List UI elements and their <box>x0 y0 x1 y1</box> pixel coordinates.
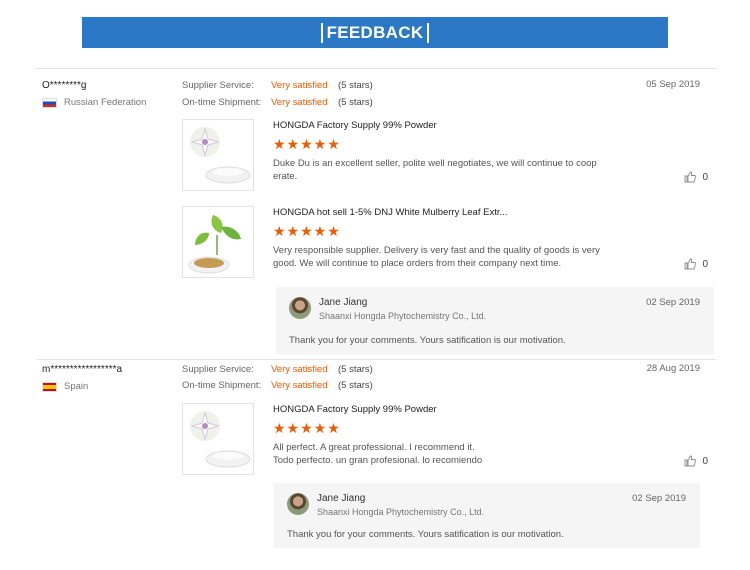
review-comment: Very responsible supplier. Delivery is v… <box>273 245 600 269</box>
like-count: 0 <box>702 258 708 270</box>
thumbs-up-icon <box>684 258 697 270</box>
supplier-service-label: Supplier Service: <box>182 364 254 375</box>
like-button[interactable]: 0 <box>684 171 708 183</box>
supplier-service-label: Supplier Service: <box>182 80 254 91</box>
product-image[interactable] <box>182 403 254 475</box>
product-title[interactable]: HONGDA Factory Supply 99% Powder <box>273 404 437 415</box>
reply-date: 02 Sep 2019 <box>646 297 700 308</box>
like-button[interactable]: 0 <box>684 455 708 467</box>
page-title: FEEDBACK <box>326 23 424 42</box>
divider <box>36 68 716 69</box>
shipment-label: On-time Shipment: <box>182 97 262 108</box>
like-button[interactable]: 0 <box>684 258 708 270</box>
reply-author: Jane Jiang <box>317 493 366 504</box>
reply-text: Thank you for your comments. Yours satif… <box>289 335 566 346</box>
country-name: Russian Federation <box>64 97 147 108</box>
product-title[interactable]: HONGDA Factory Supply 99% Powder <box>273 120 437 131</box>
shipment-label: On-time Shipment: <box>182 380 262 391</box>
reply-company: Shaanxi Hongda Phytochemistry Co., Ltd. <box>319 311 487 321</box>
banner-right-bar <box>427 23 429 43</box>
avatar <box>289 297 311 319</box>
rating-stars: ★★★★★ <box>273 136 341 152</box>
thumbs-up-icon <box>684 171 697 183</box>
review-comment: All perfect. A great professional. I rec… <box>273 442 483 466</box>
shipment-value: Very satisfied <box>271 97 328 108</box>
divider <box>36 359 716 360</box>
reply-author: Jane Jiang <box>319 297 368 308</box>
rating-stars: ★★★★★ <box>273 223 341 239</box>
product-image[interactable] <box>182 119 254 191</box>
like-count: 0 <box>702 171 708 183</box>
supplier-service-value: Very satisfied <box>271 364 328 375</box>
country-name: Spain <box>64 381 89 392</box>
like-count: 0 <box>702 455 708 467</box>
product-image[interactable] <box>182 206 254 278</box>
review-date: 28 Aug 2019 <box>646 363 700 374</box>
buyer-name: O********g <box>42 80 87 91</box>
russia-flag-icon <box>42 97 57 108</box>
shipment-value: Very satisfied <box>271 380 328 391</box>
supplier-service-value: Very satisfied <box>271 80 328 91</box>
supplier-reply: Jane Jiang Shaanxi Hongda Phytochemistry… <box>274 483 700 548</box>
supplier-service-stars: (5 stars) <box>338 364 373 375</box>
avatar <box>287 493 309 515</box>
shipment-stars: (5 stars) <box>338 97 373 108</box>
shipment-stars: (5 stars) <box>338 380 373 391</box>
spain-flag-icon <box>42 381 57 392</box>
feedback-banner: FEEDBACK <box>82 17 668 48</box>
buyer-name: m*****************a <box>42 364 123 375</box>
supplier-service-stars: (5 stars) <box>338 80 373 91</box>
reply-text: Thank you for your comments. Yours satif… <box>287 529 564 540</box>
review-comment: Duke Du is an excellent seller, polite w… <box>273 158 597 182</box>
reply-company: Shaanxi Hongda Phytochemistry Co., Ltd. <box>317 507 485 517</box>
buyer-country: Spain <box>42 381 88 392</box>
buyer-country: Russian Federation <box>42 97 146 108</box>
review-date: 05 Sep 2019 <box>646 79 700 90</box>
reply-date: 02 Sep 2019 <box>632 493 686 504</box>
product-title[interactable]: HONGDA hot sell 1-5% DNJ White Mulberry … <box>273 207 507 218</box>
thumbs-up-icon <box>684 455 697 467</box>
rating-stars: ★★★★★ <box>273 420 341 436</box>
supplier-reply: Jane Jiang Shaanxi Hongda Phytochemistry… <box>276 287 714 355</box>
